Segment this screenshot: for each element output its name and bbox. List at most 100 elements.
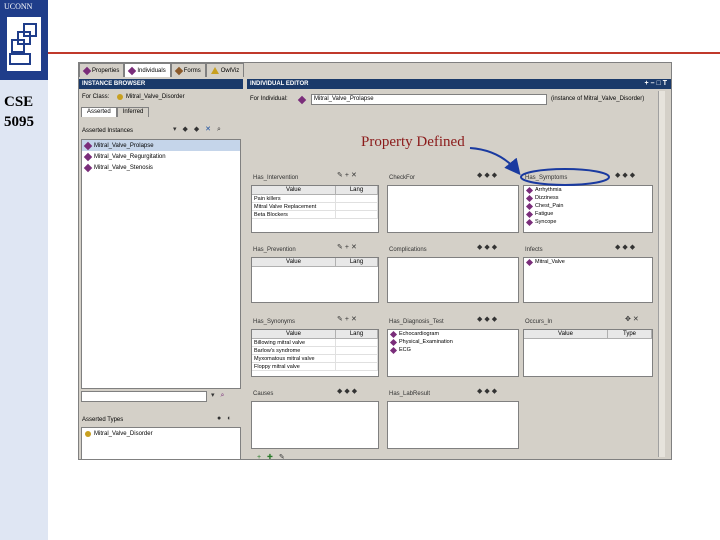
individual-icon — [525, 202, 534, 210]
edit-icon[interactable]: ✎ — [279, 454, 287, 461]
chevron-down-icon[interactable]: ▾ — [211, 392, 217, 399]
remove-value-icon[interactable]: ◆ — [492, 244, 499, 251]
slot-list-causes — [251, 401, 379, 449]
remove-value-icon[interactable]: ◆ — [492, 316, 499, 323]
table-row[interactable]: Mitral Valve Replacement — [252, 203, 378, 211]
editor-scrollbar[interactable] — [658, 91, 665, 457]
instance-item-regurgitation[interactable]: Mitral_Valve_Regurgitation — [82, 151, 240, 162]
cell-lang — [336, 339, 378, 346]
list-item[interactable]: Mitral_Valve — [524, 258, 652, 266]
tree-icon[interactable]: T — [663, 80, 669, 87]
course-line-2: 5095 — [4, 114, 34, 130]
protege-window: Properties Individuals Forms OwlViz INST… — [78, 62, 672, 461]
delete-icon[interactable]: ✕ — [351, 172, 359, 179]
col-header: Value — [524, 330, 608, 338]
edit-icon[interactable]: ✎ — [337, 172, 345, 179]
create-value-icon[interactable]: ◆ — [622, 172, 629, 179]
remove-type-icon[interactable]: ◐ — [227, 415, 233, 422]
tab-individuals[interactable]: Individuals — [124, 63, 171, 77]
editor-window-controls: +–□T — [644, 79, 669, 89]
remove-value-icon[interactable]: ◆ — [492, 388, 499, 395]
remove-value-icon[interactable]: ◆ — [630, 172, 637, 179]
find-icon[interactable]: ⌕ — [220, 392, 226, 399]
delete-icon[interactable]: ✕ — [633, 316, 641, 323]
cell-value: Floppy mitral valve — [252, 363, 336, 370]
type-item[interactable]: Mitral_Valve_Disorder — [82, 428, 240, 439]
table-row[interactable]: Billowing mitral valve — [252, 339, 378, 347]
instance-item-prolapse[interactable]: Mitral_Valve_Prolapse — [82, 140, 240, 151]
tab-inferred[interactable]: Inferred — [116, 107, 150, 117]
individual-icon — [525, 194, 534, 202]
chevron-down-icon[interactable]: ▾ — [173, 126, 179, 133]
cell-lang — [336, 363, 378, 370]
tab-properties[interactable]: Properties — [79, 63, 125, 77]
create-instance-icon[interactable]: ◆ — [182, 126, 189, 133]
create-value-icon[interactable]: ◆ — [484, 388, 491, 395]
cell-lang — [336, 211, 378, 218]
search-tools: ▾ ⌕ — [211, 391, 226, 400]
table-row[interactable]: Pain killers — [252, 195, 378, 203]
add-type-icon[interactable]: ● — [217, 415, 223, 422]
individual-name-field[interactable]: Mitral_Valve_Prolapse — [311, 94, 547, 105]
tab-label: Individuals — [137, 67, 166, 74]
create-value-icon[interactable]: ◆ — [484, 316, 491, 323]
uconn-logo: UCONN — [0, 0, 48, 80]
slot-list-infects: Mitral_Valve — [523, 257, 653, 303]
slot-list-complications — [387, 257, 519, 303]
create-value-icon[interactable]: ◆ — [344, 388, 351, 395]
item-label: Arrhythmia — [535, 187, 562, 193]
slot-tools-symptoms: ◆◆◆ — [615, 171, 637, 179]
individual-editor-header: INDIVIDUAL EDITOR +–□T — [247, 79, 671, 89]
tab-owlviz[interactable]: OwlViz — [205, 63, 245, 77]
for-class-value: Mitral_Valve_Disorder — [126, 94, 185, 100]
item-label: ECG — [399, 347, 411, 353]
edit-icon[interactable]: ✎ — [337, 316, 345, 323]
list-item[interactable]: Arrhythmia — [524, 186, 652, 194]
remove-value-icon[interactable]: ◆ — [630, 244, 637, 251]
delete-icon[interactable]: ✕ — [205, 126, 213, 133]
create-value-icon[interactable]: ◆ — [484, 244, 491, 251]
list-item[interactable]: Chest_Pain — [524, 202, 652, 210]
remove-value-icon[interactable]: ◆ — [492, 172, 499, 179]
table-row[interactable]: Barlow's syndrome — [252, 347, 378, 355]
forms-icon — [174, 66, 183, 75]
tab-label: OwlViz — [220, 67, 240, 74]
tab-asserted[interactable]: Asserted — [81, 107, 117, 117]
list-item[interactable]: ECG — [388, 346, 518, 354]
individual-icon — [525, 210, 534, 218]
delete-icon[interactable]: ✕ — [351, 316, 359, 323]
types-toolbar: ● ◐ — [217, 415, 233, 422]
individual-icon — [389, 346, 398, 354]
delete-icon[interactable]: ✕ — [351, 244, 359, 251]
instance-search-input[interactable] — [81, 391, 207, 402]
owlviz-icon — [210, 67, 219, 74]
move-icon[interactable]: ✥ — [625, 316, 633, 323]
slot-title-labresult: Has_LabResult — [389, 391, 431, 397]
list-item[interactable]: Dizziness — [524, 194, 652, 202]
remove-value-icon[interactable]: ◆ — [352, 388, 359, 395]
instance-item-stenosis[interactable]: Mitral_Valve_Stenosis — [82, 162, 240, 173]
create-value-icon[interactable]: ◆ — [622, 244, 629, 251]
for-class-label: For Class: — [82, 94, 110, 100]
slot-table-prevention: Value Lang — [251, 257, 379, 303]
slot-title-intervention: Has_Intervention — [253, 175, 299, 181]
slot-title-synonyms: Has_Synonyms — [253, 319, 296, 325]
search-icon[interactable]: ⌕ — [217, 126, 223, 133]
edit-icon[interactable]: ✎ — [337, 244, 345, 251]
slide-sidebar — [0, 0, 48, 540]
slot-tools-complications: ◆◆◆ — [477, 243, 499, 251]
tab-forms[interactable]: Forms — [170, 63, 206, 77]
slot-table-synonyms: Value Lang Billowing mitral valve Barlow'… — [251, 329, 379, 377]
copy-instance-icon[interactable]: ◆ — [194, 126, 201, 133]
list-item[interactable]: Fatigue — [524, 210, 652, 218]
note-icon[interactable]: ✚ — [267, 454, 275, 461]
list-item[interactable]: Physical_Examination — [388, 338, 518, 346]
table-row[interactable]: Floppy mitral valve — [252, 363, 378, 371]
table-row[interactable]: Myxomatous mitral valve — [252, 355, 378, 363]
list-item[interactable]: Syncope — [524, 218, 652, 226]
types-list: Mitral_Valve_Disorder — [81, 427, 241, 460]
table-row[interactable]: Beta Blockers — [252, 211, 378, 219]
create-value-icon[interactable]: ◆ — [484, 172, 491, 179]
list-item[interactable]: Echocardiogram — [388, 330, 518, 338]
add-note-icon[interactable]: + — [257, 454, 263, 461]
